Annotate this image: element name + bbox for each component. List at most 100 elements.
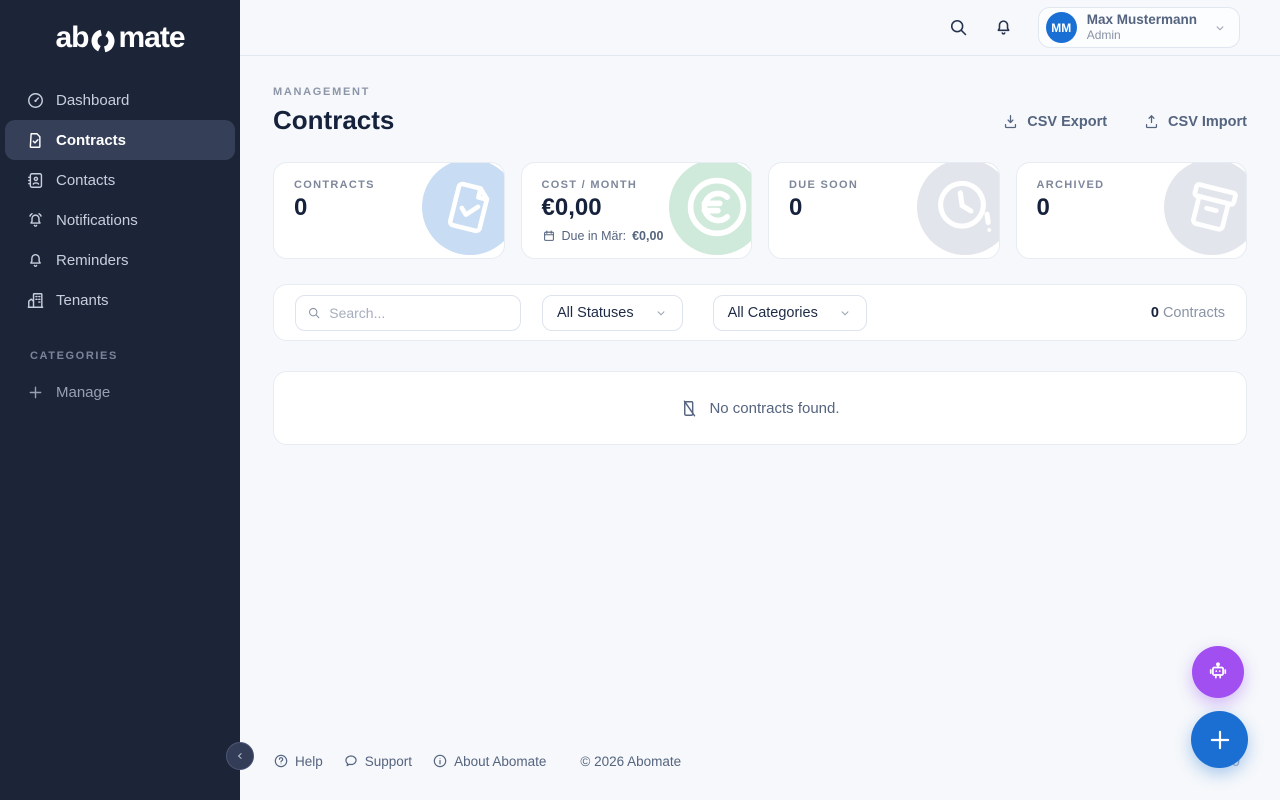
stat-label: ARCHIVED bbox=[1037, 179, 1227, 191]
gauge-icon bbox=[26, 91, 45, 110]
support-label: Support bbox=[365, 754, 412, 769]
copyright-text: © 2026 Abomate bbox=[580, 754, 681, 769]
page-titles: MANAGEMENT Contracts bbox=[273, 86, 394, 136]
sidebar-collapse-button[interactable] bbox=[226, 742, 254, 770]
footer: Help Support About Abomate © 2026 Abomat… bbox=[273, 753, 681, 769]
stats-row: CONTRACTS 0 COST / MONTH €0,00 Due in Mä… bbox=[273, 162, 1247, 259]
csv-import-label: CSV Import bbox=[1168, 114, 1247, 130]
search-box bbox=[295, 295, 521, 331]
upload-icon bbox=[1143, 113, 1160, 130]
chevron-left-icon bbox=[233, 749, 247, 763]
content: MANAGEMENT Contracts CSV Export CSV Impo… bbox=[240, 56, 1280, 800]
sidebar-item-dashboard[interactable]: Dashboard bbox=[5, 80, 235, 120]
stat-sub-prefix: Due in Mär: bbox=[562, 229, 627, 243]
about-label: About Abomate bbox=[454, 754, 546, 769]
brand-logo-text-post: mate bbox=[118, 21, 184, 55]
document-slash-icon bbox=[680, 399, 699, 418]
csv-export-button[interactable]: CSV Export bbox=[1002, 113, 1107, 130]
user-meta: Max Mustermann Admin bbox=[1087, 12, 1197, 44]
stat-label: COST / MONTH bbox=[542, 179, 732, 191]
stat-card-due-soon: DUE SOON 0 bbox=[768, 162, 1000, 259]
stat-card-cost: COST / MONTH €0,00 Due in Mär: €0,00 bbox=[521, 162, 753, 259]
stat-value: €0,00 bbox=[542, 194, 732, 222]
add-contract-button[interactable] bbox=[1191, 711, 1248, 768]
chevron-down-icon bbox=[838, 306, 852, 320]
csv-actions: CSV Export CSV Import bbox=[1002, 113, 1247, 130]
chat-bubble-icon bbox=[343, 753, 359, 769]
sidebar: ab mate Dashboard Contracts Contacts Not… bbox=[0, 0, 240, 800]
filter-bar: All Statuses All Categories 0 Contracts bbox=[273, 284, 1247, 341]
topbar: MM Max Mustermann Admin bbox=[240, 0, 1280, 56]
stat-label: CONTRACTS bbox=[294, 179, 484, 191]
result-count: 0 Contracts bbox=[1151, 305, 1225, 321]
sidebar-item-contacts[interactable]: Contacts bbox=[5, 160, 235, 200]
sidebar-item-label: Contracts bbox=[56, 132, 126, 149]
chevron-down-icon bbox=[654, 306, 668, 320]
status-filter-select[interactable]: All Statuses bbox=[542, 295, 683, 331]
page-title: Contracts bbox=[273, 105, 394, 136]
sidebar-nav: Dashboard Contracts Contacts Notificatio… bbox=[0, 76, 240, 320]
sidebar-item-label: Manage bbox=[56, 384, 110, 401]
help-link[interactable]: Help bbox=[273, 753, 323, 769]
bell-icon bbox=[26, 251, 45, 270]
status-filter-value: All Statuses bbox=[557, 305, 634, 321]
address-book-icon bbox=[26, 171, 45, 190]
about-link[interactable]: About Abomate bbox=[432, 753, 546, 769]
sidebar-item-label: Dashboard bbox=[56, 92, 129, 109]
bell-ring-icon bbox=[26, 211, 45, 230]
building-icon bbox=[26, 291, 45, 310]
plus-icon bbox=[1207, 727, 1233, 753]
search-input[interactable] bbox=[329, 305, 509, 321]
calendar-icon bbox=[542, 229, 556, 243]
sidebar-item-reminders[interactable]: Reminders bbox=[5, 240, 235, 280]
empty-state: No contracts found. bbox=[273, 371, 1247, 445]
user-name: Max Mustermann bbox=[1087, 12, 1197, 29]
category-filter-value: All Categories bbox=[728, 305, 818, 321]
chevron-down-icon bbox=[1213, 21, 1227, 35]
stat-card-archived: ARCHIVED 0 bbox=[1016, 162, 1248, 259]
brand-logo: ab mate bbox=[0, 0, 240, 76]
sidebar-item-label: Notifications bbox=[56, 212, 138, 229]
contract-icon bbox=[26, 131, 45, 150]
category-filter-select[interactable]: All Categories bbox=[713, 295, 867, 331]
stat-value: 0 bbox=[294, 194, 484, 222]
page-head: MANAGEMENT Contracts CSV Export CSV Impo… bbox=[273, 86, 1247, 136]
brand-bell-o-icon bbox=[90, 28, 116, 54]
sidebar-item-label: Tenants bbox=[56, 292, 109, 309]
search-icon bbox=[307, 305, 321, 321]
csv-export-label: CSV Export bbox=[1027, 114, 1107, 130]
categories-nav: Manage bbox=[0, 368, 240, 412]
sidebar-item-label: Contacts bbox=[56, 172, 115, 189]
brand-logo-text-pre: ab bbox=[55, 21, 88, 55]
help-label: Help bbox=[295, 754, 323, 769]
stat-value: 0 bbox=[1037, 194, 1227, 222]
stat-subtext: Due in Mär: €0,00 bbox=[542, 229, 732, 243]
plus-icon bbox=[26, 383, 45, 402]
sidebar-item-contracts[interactable]: Contracts bbox=[5, 120, 235, 160]
user-role: Admin bbox=[1087, 28, 1197, 43]
help-circle-icon bbox=[273, 753, 289, 769]
search-icon[interactable] bbox=[948, 17, 969, 38]
stat-label: DUE SOON bbox=[789, 179, 979, 191]
result-count-label: Contracts bbox=[1163, 305, 1225, 321]
categories-section-label: CATEGORIES bbox=[30, 350, 240, 362]
empty-state-message: No contracts found. bbox=[709, 400, 839, 417]
sidebar-item-tenants[interactable]: Tenants bbox=[5, 280, 235, 320]
stat-sub-value: €0,00 bbox=[632, 229, 663, 243]
notifications-bell-icon[interactable] bbox=[993, 17, 1014, 38]
ai-assistant-button[interactable] bbox=[1192, 646, 1244, 698]
sidebar-item-label: Reminders bbox=[56, 252, 129, 269]
robot-icon bbox=[1205, 659, 1231, 685]
support-link[interactable]: Support bbox=[343, 753, 412, 769]
sidebar-item-manage-categories[interactable]: Manage bbox=[5, 372, 235, 412]
user-menu[interactable]: MM Max Mustermann Admin bbox=[1038, 7, 1240, 48]
stat-value: 0 bbox=[789, 194, 979, 222]
avatar: MM bbox=[1046, 12, 1077, 43]
csv-import-button[interactable]: CSV Import bbox=[1143, 113, 1247, 130]
result-count-value: 0 bbox=[1151, 305, 1159, 321]
sidebar-item-notifications[interactable]: Notifications bbox=[5, 200, 235, 240]
download-icon bbox=[1002, 113, 1019, 130]
main-area: MM Max Mustermann Admin MANAGEMENT Contr… bbox=[240, 0, 1280, 800]
breadcrumb-eyebrow: MANAGEMENT bbox=[273, 86, 394, 98]
stat-card-contracts: CONTRACTS 0 bbox=[273, 162, 505, 259]
